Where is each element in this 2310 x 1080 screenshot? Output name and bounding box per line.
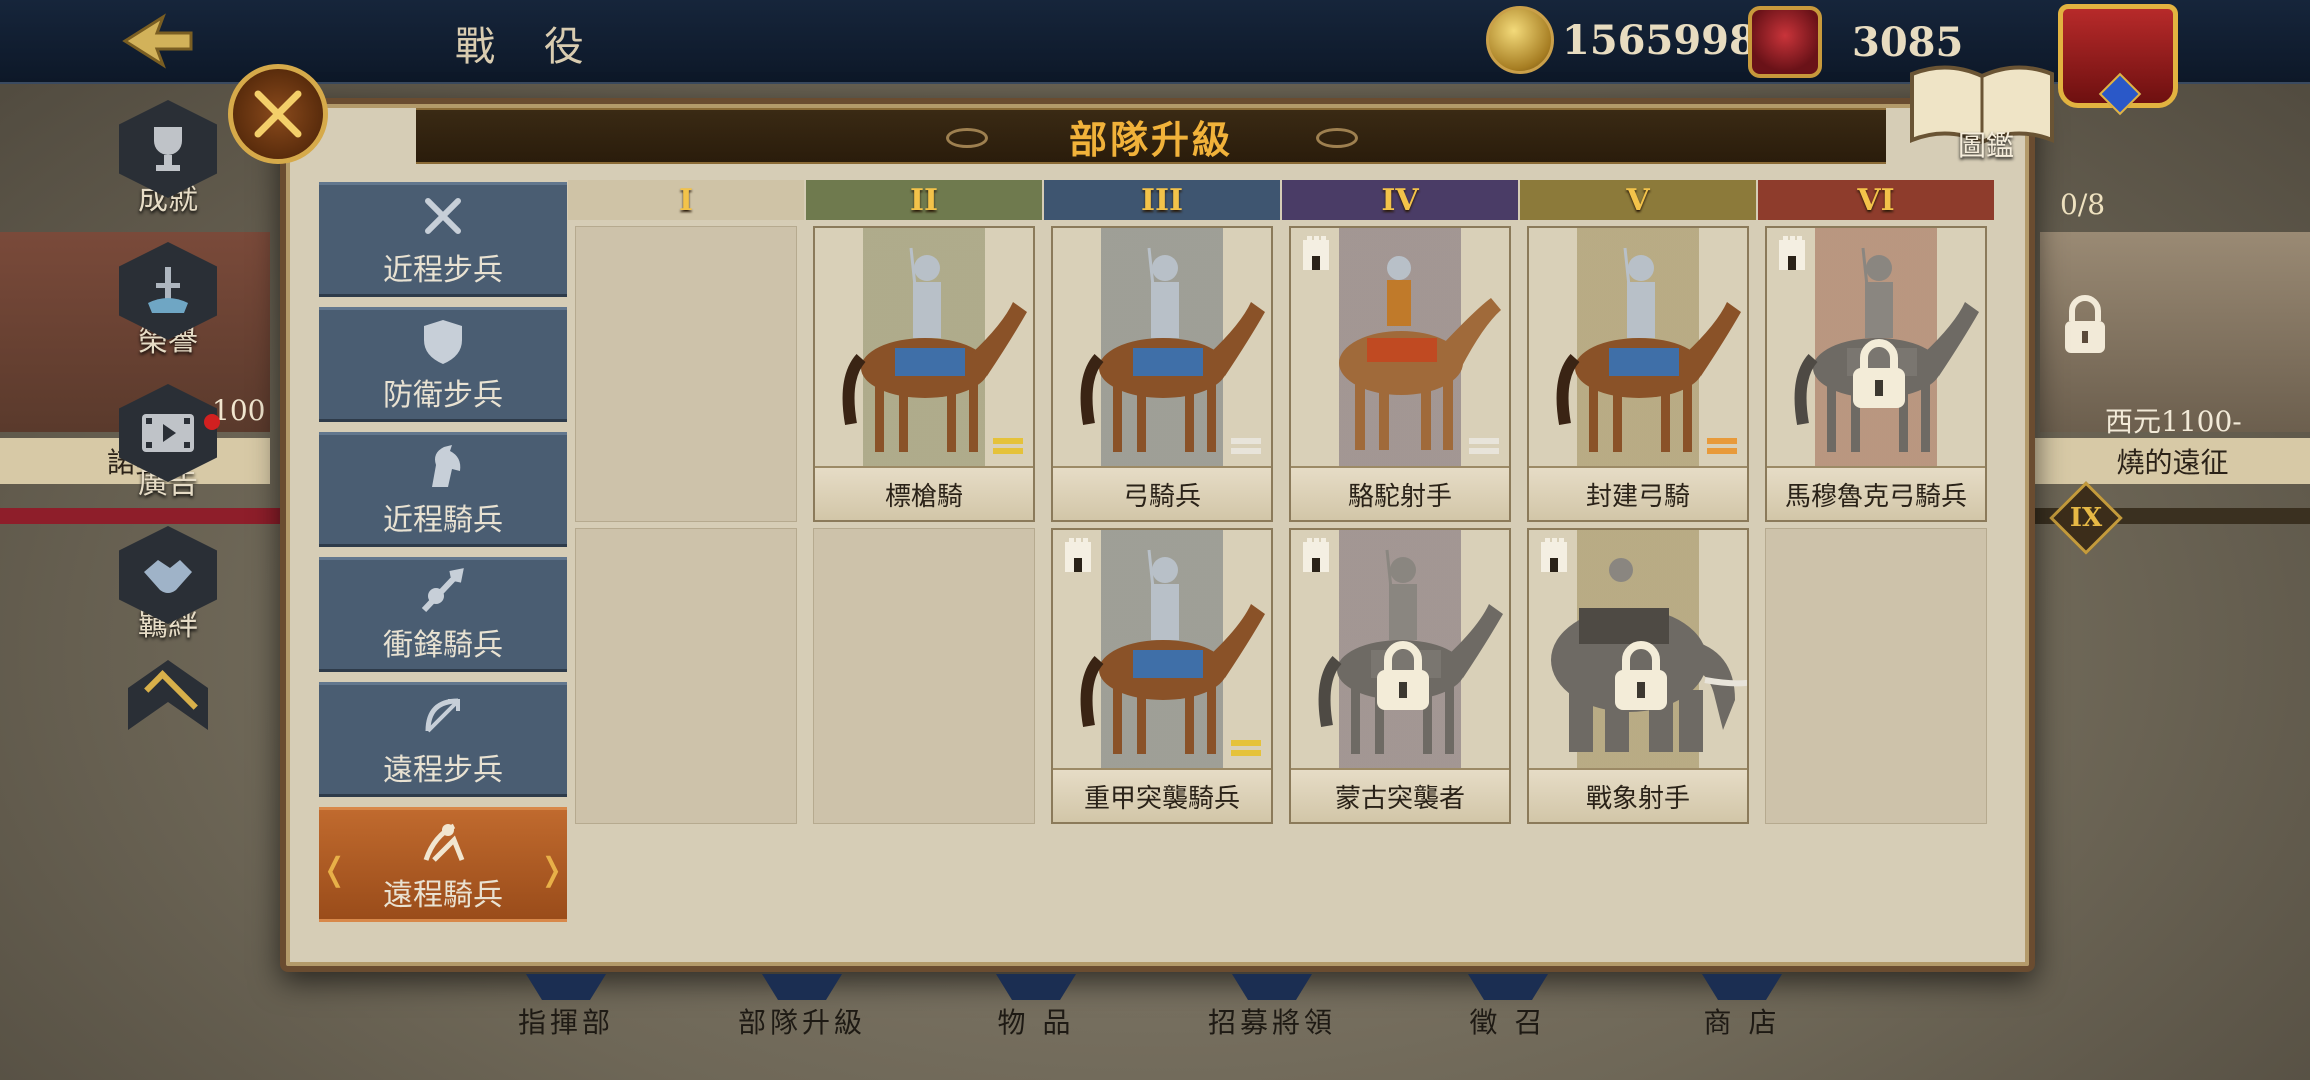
tower-icon [1303,236,1329,270]
unit-name: 重甲突襲騎兵 [1053,768,1271,822]
header-ornament-right [1316,128,1358,148]
lock-icon [1853,339,1905,408]
tier-header-5: V [1520,180,1756,220]
unit-card[interactable]: 封建弓騎 [1527,226,1749,522]
unit-portrait [1053,228,1271,466]
sword-hand-icon [148,267,188,313]
bottom-nav-item-6[interactable]: 商 店 [1652,996,1832,1046]
unit-card[interactable]: 蒙古突襲者 [1289,528,1511,824]
bottom-nav-item-5[interactable]: 徵 召 [1418,996,1598,1046]
crown-icon[interactable] [2058,4,2178,108]
trophy-icon [154,127,182,171]
unit-card[interactable]: 標槍騎 [813,226,1035,522]
bow-icon [425,698,460,732]
unit-name: 蒙古突襲者 [1291,768,1509,822]
rank-bars-icon [1707,438,1737,454]
lance-icon [421,567,464,612]
gold-coin-icon [1486,6,1554,74]
lock-icon [2065,295,2105,353]
tier-header-1: I [568,180,804,220]
category-tab-4[interactable]: 衝鋒騎兵 [319,557,567,672]
close-icon [254,90,302,138]
horse-head-icon [432,444,461,487]
chevron-right-icon: ❭ [538,850,565,888]
rank-bars-icon [1231,740,1261,756]
category-label: 近程步兵 [383,252,503,288]
side-item-bonds[interactable]: 羈絆 [118,526,218,656]
tower-icon [1779,236,1805,270]
unit-name: 駱駝射手 [1291,466,1509,520]
rank-bars-icon [993,438,1023,454]
unit-card[interactable]: 駱駝射手 [1289,226,1511,522]
tier-header-6: VI [1758,180,1994,220]
rank-bars-icon [1231,438,1261,454]
tier-header-2: II [806,180,1042,220]
unit-name: 弓騎兵 [1053,466,1271,520]
campaign-card-right-label[interactable]: 燒的遠征 [2035,438,2310,484]
close-button[interactable] [228,64,328,164]
film-icon [142,414,194,452]
crossed-swords-icon [425,197,461,234]
category-label: 遠程騎兵 [383,877,503,913]
tower-icon [1541,538,1567,572]
back-arrow-icon [122,13,193,69]
codex-label: 圖鑑 [1958,129,2015,162]
unit-card[interactable]: 馬穆魯克弓騎兵 [1765,226,1987,522]
unit-card[interactable]: 弓騎兵 [1051,226,1273,522]
category-tab-1[interactable]: 近程步兵 [319,182,567,297]
modal-header: 部隊升級 [416,108,1886,164]
category-label: 衝鋒騎兵 [383,627,503,663]
side-item-honor[interactable]: 榮譽 [118,242,218,372]
empty-slot [575,528,797,824]
rank-bars-icon [1469,438,1499,454]
honor-laurel-icon [1748,6,1822,78]
unit-name: 標槍騎 [815,466,1033,520]
campaign-progress-counter: 0/8 [2060,188,2106,221]
lock-icon [1377,641,1429,710]
gold-counter[interactable]: 1565998 [1486,6,1757,74]
unit-name: 戰象射手 [1529,768,1747,822]
category-tab-2[interactable]: 防衛步兵 [319,307,567,422]
category-label: 遠程步兵 [383,752,503,788]
unit-card[interactable]: 戰象射手 [1527,528,1749,824]
unit-portrait [1529,228,1747,466]
modal-title: 部隊升級 [1068,116,1233,162]
header-ornament-left [946,128,988,148]
bottom-nav-item-3[interactable]: 物 品 [946,996,1126,1046]
empty-slot [575,226,797,522]
side-item-achievements[interactable]: 成就 [118,100,218,230]
page-title: 戰 役 [455,24,602,70]
mounted-archer-icon [423,823,465,862]
category-tab-3[interactable]: 近程騎兵 [319,432,567,547]
category-tab-6[interactable]: 遠程騎兵 ❬ ❭ [319,807,567,922]
tower-icon [1303,538,1329,572]
unit-card[interactable]: 重甲突襲騎兵 [1051,528,1273,824]
notification-dot [204,414,220,430]
chevron-left-icon: ❬ [321,850,348,888]
unit-portrait [815,228,1033,466]
shield-icon [424,319,462,364]
category-tab-5[interactable]: 遠程步兵 [319,682,567,797]
category-label: 防衛步兵 [383,377,503,413]
tier-header-3: III [1044,180,1280,220]
tier-header-4: IV [1282,180,1518,220]
bottom-nav-item-2[interactable]: 部隊升級 [712,996,892,1046]
unit-name: 馬穆魯克弓騎兵 [1767,466,1985,520]
category-label: 近程騎兵 [383,502,503,538]
lock-icon [1615,641,1667,710]
empty-slot [813,528,1035,824]
empty-slot [1765,528,1987,824]
bottom-nav-item-1[interactable]: 指揮部 [476,996,656,1046]
handshake-icon [144,560,192,593]
unit-name: 封建弓騎 [1529,466,1747,520]
tower-icon [1065,538,1091,572]
bottom-nav-item-4[interactable]: 招募將領 [1182,996,1362,1046]
campaign-card-left-fragment: 100 [212,394,266,427]
back-button[interactable] [110,8,200,74]
side-item-ads[interactable]: 廣告 [118,384,218,514]
